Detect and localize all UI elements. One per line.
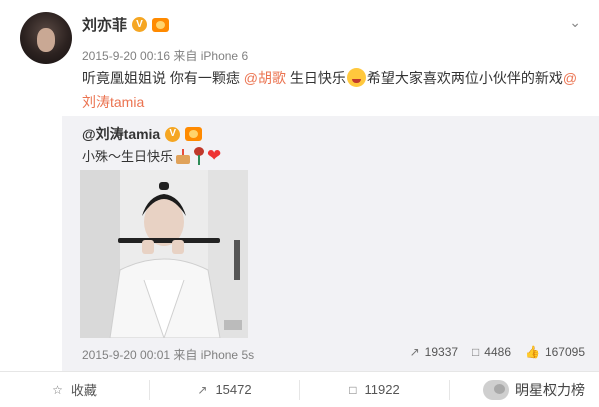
repost-text-content: 小殊～生日快乐 [82,149,174,164]
forward-icon: ↗ [409,345,420,359]
wechat-icon [483,380,509,400]
author-avatar[interactable] [20,12,72,64]
repost-photo[interactable] [80,170,248,338]
repost-author-name[interactable]: @刘涛tamia [82,124,160,144]
member-badge-icon[interactable] [185,127,203,141]
mention-link[interactable]: @胡歌 [244,70,286,86]
forward-button[interactable]: ↗ 15472 [149,379,299,400]
repost-forward-count: 19337 [424,345,459,359]
post-author: 刘亦菲 V [82,14,170,35]
post-meta: 2015-9-20 00:16 来自 iPhone 6 [82,49,249,63]
comment-icon: □ [349,382,357,397]
verified-badge-icon[interactable]: V [132,17,148,32]
forward-icon: ↗ [197,382,208,397]
repost-text: 小殊～生日快乐 ❤ [82,146,221,165]
laugh-emoji-icon [346,68,366,87]
post-text-part: 听竟凰姐姐说 你有一颗痣 [82,70,244,86]
repost-comment-stat[interactable]: □ 4486 [472,345,511,359]
repost-like-count: 167095 [544,345,585,359]
heart-icon: ❤ [207,146,222,165]
member-badge-icon[interactable] [152,17,170,32]
repost-forward-stat[interactable]: ↗ 19337 [410,345,458,359]
favorite-button[interactable]: ☆ 收藏 [0,380,149,400]
repost-meta: 2015-9-20 00:01 来自 iPhone 5s [82,348,255,362]
thumbs-up-icon: 👍 [525,345,540,359]
favorite-label: 收藏 [70,383,97,398]
rose-icon [193,146,205,165]
repost-comment-count: 4486 [484,345,511,359]
cake-icon [175,148,191,164]
star-icon: ☆ [52,382,63,397]
repost-stats: ↗ 19337 □ 4486 👍 167095 [410,345,585,359]
verified-badge-icon[interactable]: V [165,126,181,142]
avatar-face [37,28,55,52]
repost-like-stat[interactable]: 👍 167095 [525,345,585,359]
comment-count: 11922 [364,382,400,397]
post-text: 听竟凰姐姐说 你有一颗痣 @胡歌 生日快乐 希望大家喜欢两位小伙伴的新戏@刘涛ta… [82,66,587,114]
photo-illustration [80,170,248,338]
forward-count: 15472 [215,382,252,397]
watermark-text: 明星权力榜 [515,382,585,398]
watermark: 明星权力榜 [477,378,591,402]
comment-button[interactable]: □ 11922 [299,379,449,400]
author-name[interactable]: 刘亦菲 [82,14,127,35]
repost-card: @刘涛tamia V 小殊～生日快乐 ❤ 2015-9-20 00:01 来自 … [62,116,599,371]
comment-icon: □ [472,345,480,359]
chevron-down-icon[interactable]: ⌄ [569,14,581,31]
post-text-part: 生日快乐 [286,70,346,86]
post-text-part: 希望大家喜欢两位小伙伴的新戏 [366,70,563,86]
repost-author: @刘涛tamia V [82,124,203,144]
